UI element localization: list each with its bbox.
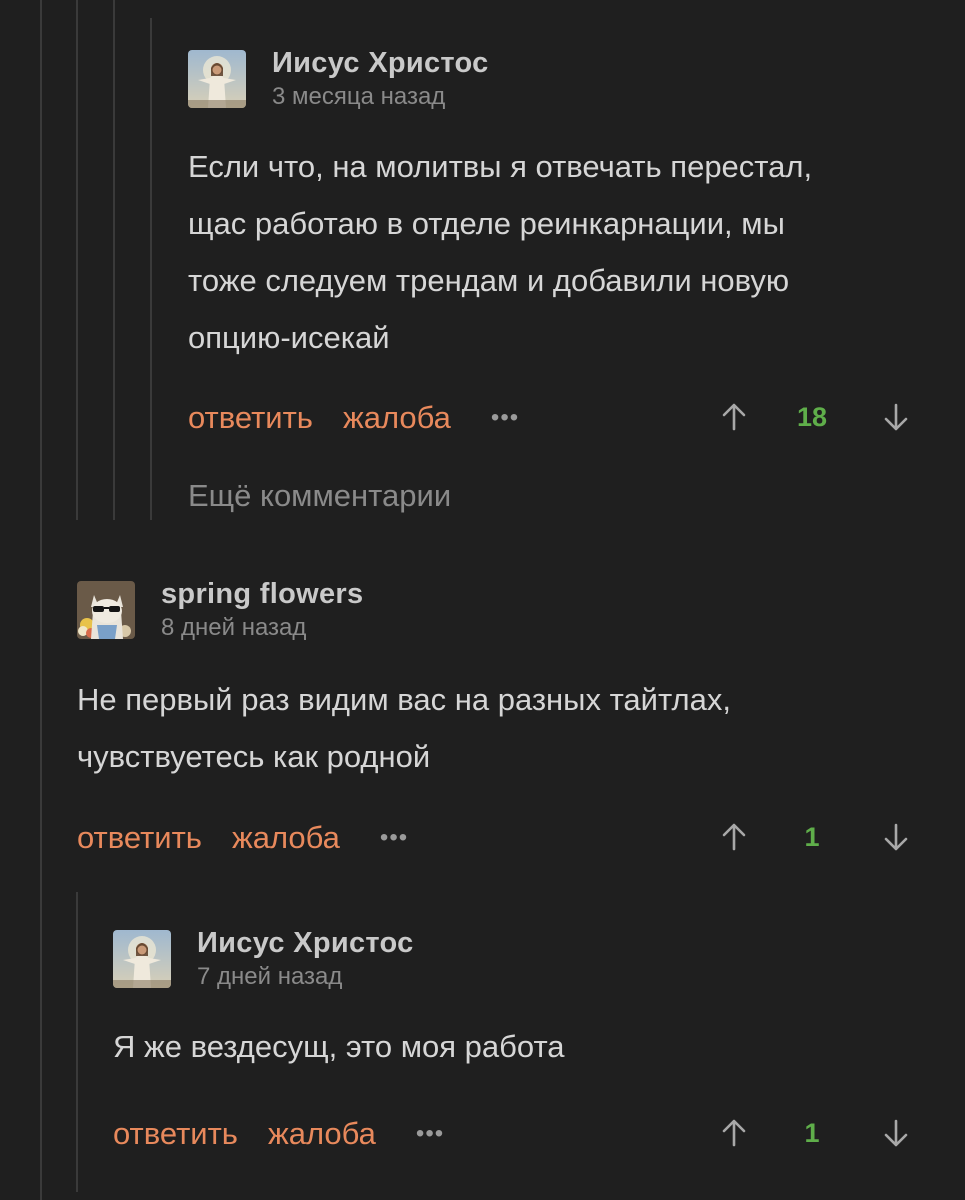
author-name[interactable]: Иисус Христос <box>197 926 414 960</box>
comment-header: Иисус Христос 3 месяца назад <box>188 46 948 112</box>
upvote-icon[interactable] <box>720 822 748 852</box>
more-options-button[interactable]: ••• <box>491 404 519 432</box>
comment-text-line: щас работаю в отделе реинкарнации, мы <box>188 206 785 241</box>
reply-button[interactable]: ответить <box>188 400 313 436</box>
upvote-icon[interactable] <box>720 1118 748 1148</box>
comment-text: Я же вездесущ, это моя работа <box>113 1018 933 1075</box>
report-button[interactable]: жалоба <box>343 400 451 436</box>
comment: Иисус Христос 7 дней назад Я же вездесущ… <box>113 926 933 1075</box>
report-button[interactable]: жалоба <box>232 820 340 856</box>
comment-text-line: тоже следуем трендам и добавили новую <box>188 263 790 298</box>
upvote-icon[interactable] <box>720 402 748 432</box>
comment: spring flowers 8 дней назад Не первый ра… <box>77 577 937 785</box>
downvote-icon[interactable] <box>882 822 910 852</box>
more-options-button[interactable]: ••• <box>380 824 408 852</box>
thread-line <box>76 892 78 1192</box>
vote-count: 18 <box>796 402 828 432</box>
downvote-icon[interactable] <box>882 1118 910 1148</box>
reply-button[interactable]: ответить <box>77 820 202 856</box>
author-name[interactable]: spring flowers <box>161 577 363 611</box>
comment-time: 7 дней назад <box>197 963 343 990</box>
comment-text-line: Если что, на молитвы я отвечать перестал… <box>188 149 813 184</box>
comment-time: 8 дней назад <box>161 614 307 641</box>
avatar[interactable] <box>188 50 246 108</box>
jesus-avatar-image <box>113 930 171 988</box>
comment-text: Если что, на молитвы я отвечать перестал… <box>188 138 948 366</box>
thread-line <box>76 0 78 520</box>
vote-count: 1 <box>804 1118 820 1148</box>
comment-text-line: Я же вездесущ, это моя работа <box>113 1029 565 1064</box>
more-comments-link[interactable]: Ещё комментарии <box>188 478 451 514</box>
reply-button[interactable]: ответить <box>113 1116 238 1152</box>
comment-text-line: Не первый раз видим вас на разных тайтла… <box>77 682 731 717</box>
cat-avatar-image <box>77 581 135 639</box>
comment: Иисус Христос 3 месяца назад Если что, н… <box>188 46 948 366</box>
comment-actions: ответить жалоба ••• <box>113 1114 444 1154</box>
report-button[interactable]: жалоба <box>268 1116 376 1152</box>
avatar[interactable] <box>77 581 135 639</box>
comment-text-line: опцию-исекай <box>188 320 390 355</box>
downvote-icon[interactable] <box>882 402 910 432</box>
comment-time: 3 месяца назад <box>272 83 446 110</box>
more-options-button[interactable]: ••• <box>416 1120 444 1148</box>
comment-header: Иисус Христос 7 дней назад <box>113 926 933 992</box>
vote-count: 1 <box>804 822 820 852</box>
comment-actions: ответить жалоба ••• <box>77 818 408 858</box>
avatar[interactable] <box>113 930 171 988</box>
thread-line <box>150 18 152 520</box>
comment-text-line: чувствуетесь как родной <box>77 739 431 774</box>
comment-actions: ответить жалоба ••• <box>188 398 519 438</box>
comment-header: spring flowers 8 дней назад <box>77 577 937 643</box>
comment-text: Не первый раз видим вас на разных тайтла… <box>77 671 937 785</box>
thread-line <box>113 0 115 520</box>
author-name[interactable]: Иисус Христос <box>272 46 489 80</box>
jesus-avatar-image <box>188 50 246 108</box>
thread-line <box>40 0 42 1200</box>
